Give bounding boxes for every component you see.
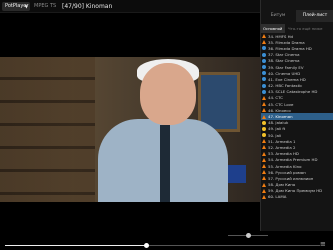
sun-icon xyxy=(262,126,266,131)
video-tie-shape xyxy=(160,125,170,202)
channel-label: 50. Jali xyxy=(268,132,282,138)
vlc-cone-icon xyxy=(262,194,266,199)
video-frame[interactable] xyxy=(0,57,260,202)
channel-label: 44. CTC xyxy=(268,95,284,101)
menu-icon[interactable]: ≡ xyxy=(320,240,328,248)
channel-label: 42. HBC Fantastic xyxy=(268,83,303,89)
vlc-cone-icon xyxy=(262,95,266,100)
vlc-cone-icon xyxy=(262,176,266,181)
vlc-cone-icon xyxy=(262,40,266,45)
globe-icon xyxy=(262,77,266,82)
volume-knob[interactable] xyxy=(245,233,251,238)
channel-label: 43. SCLE Catastrophe HD xyxy=(268,89,318,95)
vlc-cone-icon xyxy=(262,102,266,107)
channel-label: 51. Armedia 1 xyxy=(268,138,296,144)
channel-label: 38. Star Cinema xyxy=(268,58,300,64)
vlc-cone-icon xyxy=(262,108,266,113)
globe-icon xyxy=(262,52,266,57)
vlc-cone-icon xyxy=(262,151,266,156)
globe-icon xyxy=(262,83,266,88)
channel-label: 56. Русский роман xyxy=(268,169,306,175)
channel-label: 37. Star Cinema xyxy=(268,52,300,58)
seek-knob[interactable] xyxy=(144,243,150,248)
globe-icon xyxy=(262,46,266,51)
vlc-cone-icon xyxy=(262,34,266,39)
channel-label: 34. HMFS Hd xyxy=(268,33,293,39)
channel-list: 34. HMFS Hd 35. Filmzda Drama 36. Filmzda … xyxy=(261,33,333,248)
seek-bar-fill xyxy=(5,245,147,246)
channel-label: 54. Armedia Premium HD xyxy=(268,157,318,163)
channel-label: 53. Armedia HD xyxy=(268,151,299,157)
format-label: MPEG TS xyxy=(34,3,57,9)
volume-slider[interactable] xyxy=(228,233,268,238)
control-bar: ≡ xyxy=(0,231,333,250)
vlc-cone-icon xyxy=(262,114,266,119)
vlc-cone-icon xyxy=(262,139,266,144)
vlc-cone-icon xyxy=(262,164,266,169)
vlc-cone-icon xyxy=(262,188,266,193)
channel-label: 49. Jali ft xyxy=(268,126,286,132)
panel-subtabs: Основной Что-то ещё ниже xyxy=(261,24,333,33)
channel-label: 35. Filmzda Drama xyxy=(268,39,305,45)
tab-playlist[interactable]: Плей-лист xyxy=(296,10,333,22)
tab-bitum[interactable]: Битум xyxy=(261,10,295,22)
channel-label: 57. Русский иллюзион xyxy=(268,175,314,181)
panel-tabs: Битум Плей-лист xyxy=(261,10,333,22)
channel-label: 55. Armedia Kino xyxy=(268,163,302,169)
top-bar: PotPlayer ▼ MPEG TS [47/90] Kinoman xyxy=(0,0,260,13)
sun-icon xyxy=(262,133,266,138)
channel-label: 39. Star Family EV xyxy=(268,64,304,70)
channel-label: 59. Дом Кино Премиум HD xyxy=(268,188,323,194)
vlc-cone-icon xyxy=(262,182,266,187)
channel-label: 36. Filmzda Drama HD xyxy=(268,45,312,51)
vlc-cone-icon xyxy=(262,145,266,150)
sun-icon xyxy=(262,120,266,125)
globe-icon xyxy=(262,58,266,63)
channel-label: 40. Cinema UHD xyxy=(268,70,301,76)
channel-label: 46. Kinoeco xyxy=(268,107,291,113)
channel-label: 52. Armedia 2 xyxy=(268,144,296,150)
playlist-panel: Битум Плей-лист Основной Что-то ещё ниже… xyxy=(260,0,333,231)
channel-label: 60. LAMA xyxy=(268,194,287,200)
subtab-main[interactable]: Основной xyxy=(261,24,285,33)
globe-icon xyxy=(262,89,266,94)
channel-label: 58. Дом Кино xyxy=(268,182,296,188)
channel-label: 47. Kinoman xyxy=(268,114,293,120)
channel-label: 45. CTC Love xyxy=(268,101,294,107)
video-head-shape xyxy=(140,63,196,125)
app-menu-button[interactable]: PotPlayer ▼ xyxy=(2,2,30,11)
vlc-cone-icon xyxy=(262,157,266,162)
subtab-other[interactable]: Что-то ещё ниже xyxy=(286,24,333,33)
channel-label: 48. Jalaluk xyxy=(268,120,289,126)
window-title: [47/90] Kinoman xyxy=(62,3,113,10)
seek-bar[interactable] xyxy=(5,243,320,248)
vlc-cone-icon xyxy=(262,170,266,175)
video-bookcase-shape xyxy=(0,57,95,202)
list-item[interactable]: 60. LAMA xyxy=(261,194,333,200)
globe-icon xyxy=(262,65,266,70)
globe-icon xyxy=(262,71,266,76)
channel-label: 41. Eve Cinema HD xyxy=(268,76,306,82)
chevron-down-icon: ▼ xyxy=(24,4,28,9)
